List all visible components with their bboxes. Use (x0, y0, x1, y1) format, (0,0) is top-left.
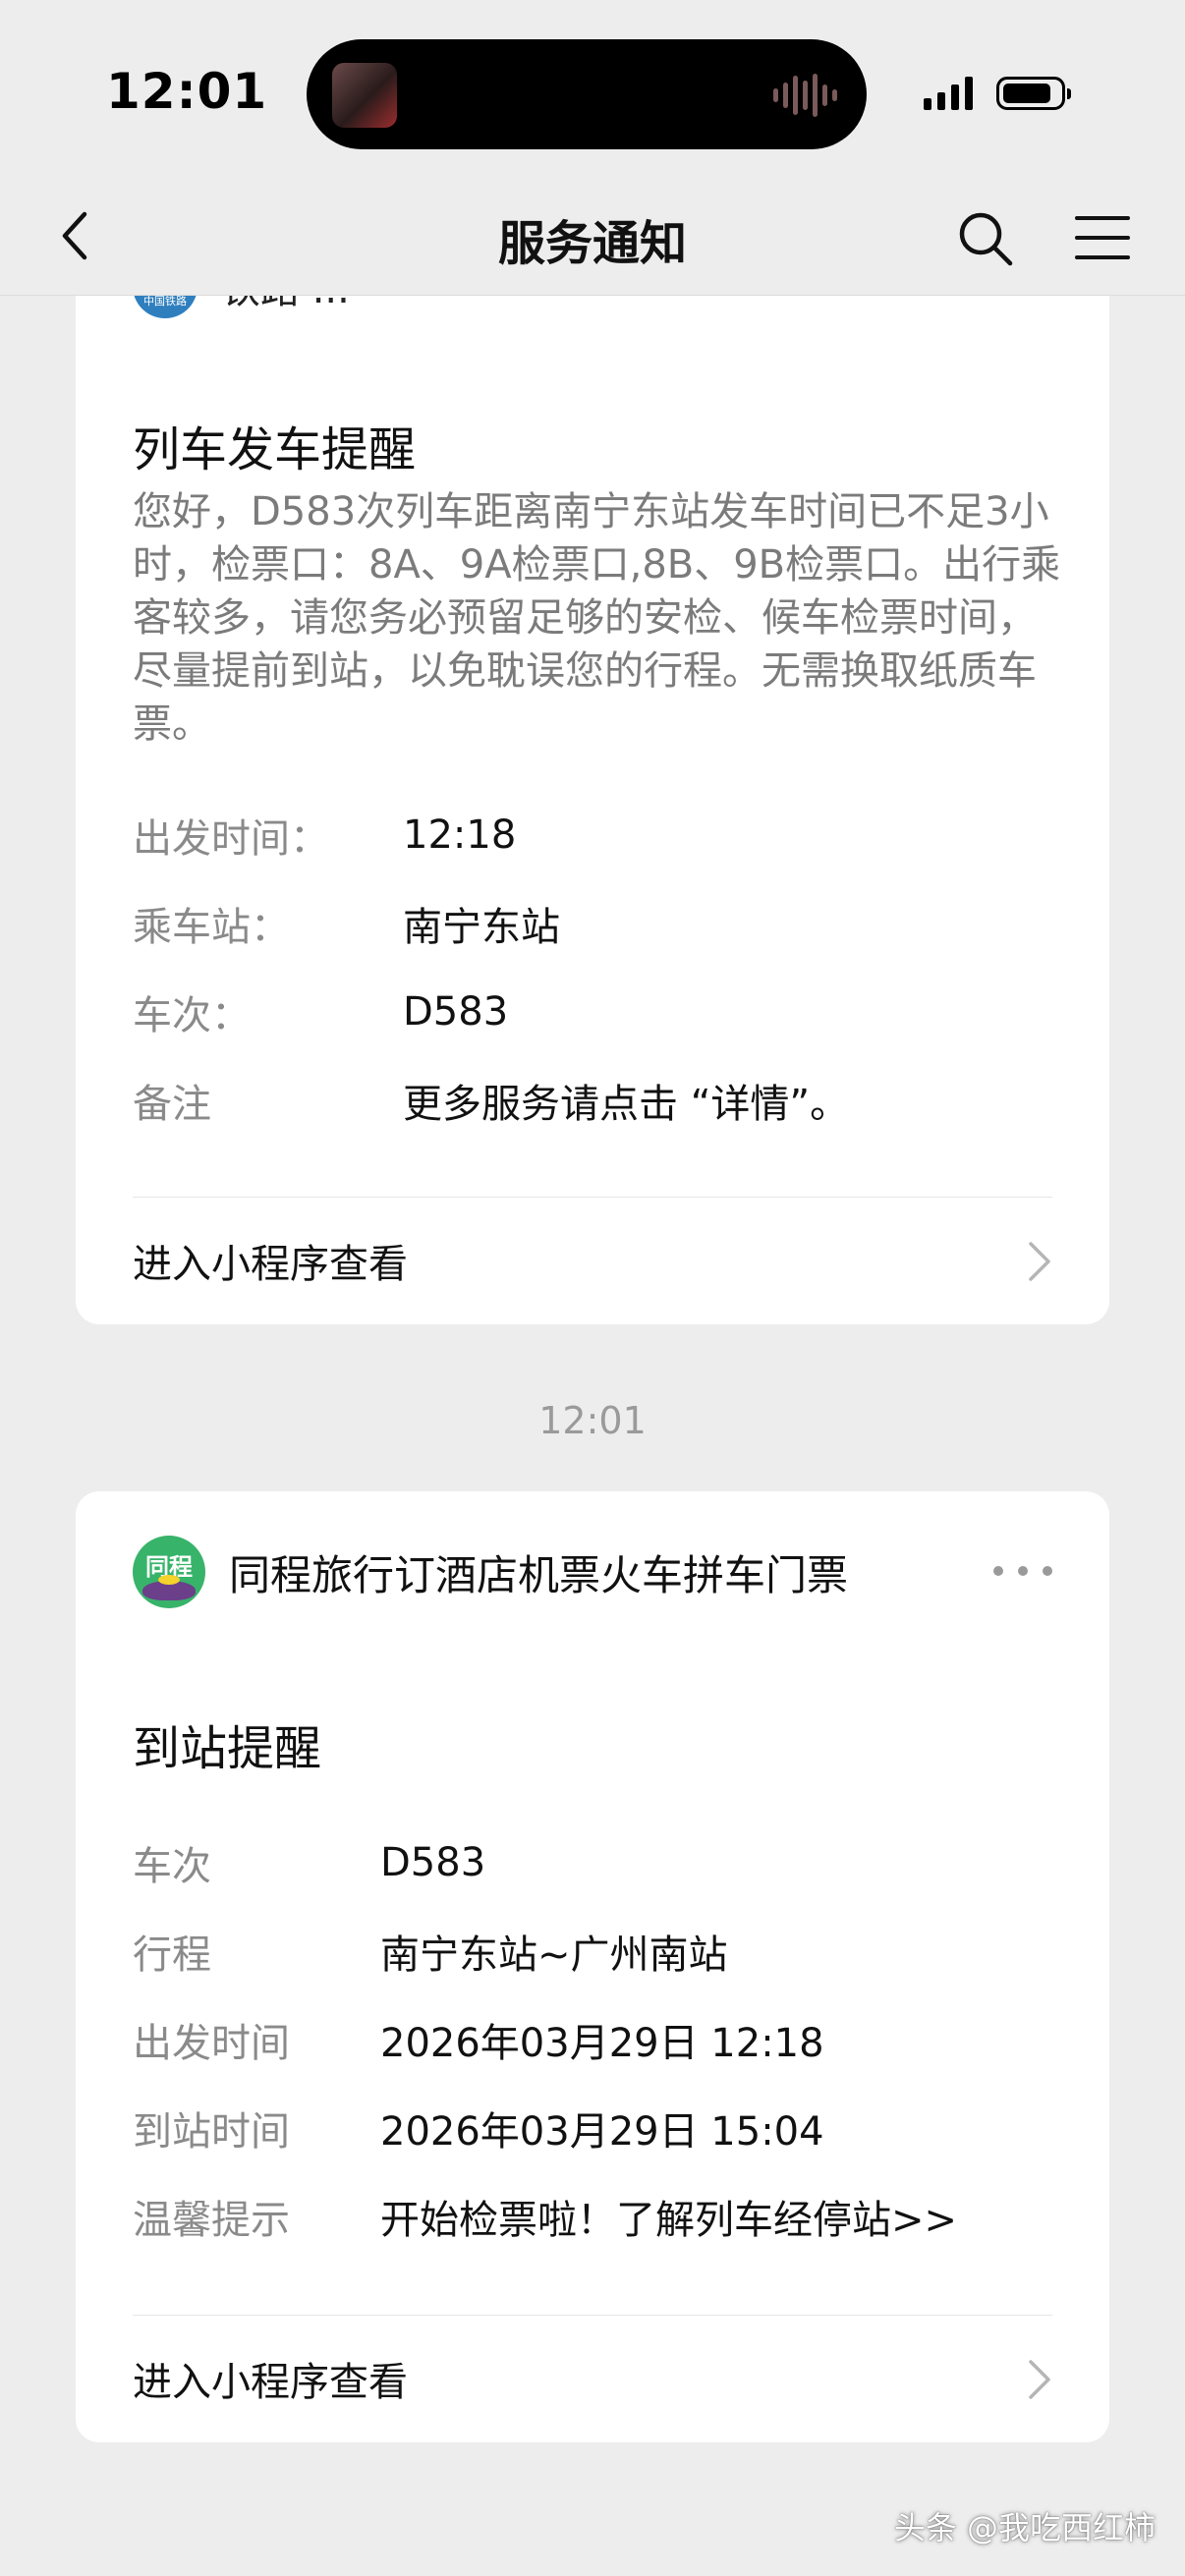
audio-waveform-icon (773, 73, 837, 118)
divider (133, 1197, 1052, 1198)
field-value: 南宁东站 (403, 905, 560, 950)
notification-card-arrival: 同程 同程旅行订酒店机票火车拼车门票 到站提醒 车次 D583 行程 南宁东站~… (76, 1491, 1109, 2442)
field-value: 12:18 (403, 812, 517, 858)
tongcheng-logo-icon[interactable]: 同程 (133, 1536, 205, 1608)
field-label: 温馨提示 (133, 2198, 290, 2243)
field-row-station: 乘车站： 南宁东站 (133, 894, 560, 953)
divider (133, 2315, 1052, 2316)
card-title: 列车发车提醒 (133, 422, 417, 477)
field-value: D583 (380, 1840, 486, 1885)
more-options-icon[interactable] (993, 1556, 1052, 1586)
field-label: 到站时间 (133, 2109, 290, 2155)
mini-program-link-label: 进入小程序查看 (133, 1242, 408, 1287)
field-label: 出发时间 (133, 2021, 290, 2066)
menu-icon[interactable] (1073, 208, 1132, 267)
battery-icon (996, 77, 1071, 110)
chevron-right-icon (1029, 2360, 1050, 2399)
search-icon[interactable] (953, 206, 1016, 269)
card-message: 您好，D583次列车距离南宁东站发车时间已不足3小时，检票口：8A、9A检票口,… (133, 489, 1061, 747)
field-row-arrival-time: 到站时间 2026年03月29日 15:04 (133, 2099, 824, 2157)
field-row-departure-time: 出发时间 2026年03月29日 12:18 (133, 2010, 824, 2069)
open-mini-program-link[interactable]: 进入小程序查看 (76, 1201, 1109, 1318)
open-mini-program-link[interactable]: 进入小程序查看 (76, 2319, 1109, 2436)
now-playing-artwork[interactable] (332, 63, 397, 128)
chevron-right-icon (1029, 1242, 1050, 1281)
cellular-signal-icon (924, 77, 973, 110)
field-row-train-number: 车次 D583 (133, 1833, 485, 1892)
notification-card-departure: 中国铁路 铁路 ... 列车发车提醒 您好，D583次列车距离南宁东站发车时间已… (76, 226, 1109, 1324)
field-label: 出发时间： (133, 816, 329, 862)
field-row-departure-time: 出发时间： 12:18 (133, 806, 516, 865)
field-value: 南宁东站~广州南站 (380, 1932, 728, 1978)
message-timestamp: 12:01 (538, 1399, 647, 1442)
status-bar: 12:01 (0, 0, 1185, 177)
field-label: 乘车站： (133, 905, 290, 950)
status-time: 12:01 (106, 63, 268, 120)
dynamic-island[interactable] (307, 39, 867, 149)
card-header: 同程 同程旅行订酒店机票火车拼车门票 (133, 1535, 1052, 1609)
field-label: 行程 (133, 1932, 211, 1978)
card-title: 到站提醒 (133, 1721, 322, 1776)
field-label: 车次 (133, 1844, 211, 1889)
screen: 12:01 中国铁路 铁路 ... (0, 0, 1185, 2576)
field-row-itinerary: 行程 南宁东站~广州南站 (133, 1922, 728, 1981)
field-row-remark: 备注 更多服务请点击 “详情”。 (133, 1071, 849, 1130)
field-value: 2026年03月29日 15:04 (380, 2109, 824, 2155)
field-value[interactable]: 开始检票啦！了解列车经停站>> (380, 2188, 957, 2245)
navigation-bar: 服务通知 (0, 177, 1185, 296)
mini-program-link-label: 进入小程序查看 (133, 2360, 408, 2405)
field-label: 备注 (133, 1082, 211, 1127)
logo-wing (142, 1575, 196, 1600)
watermark: 头条 @我吃西红柿 (893, 2509, 1156, 2547)
account-name[interactable]: 同程旅行订酒店机票火车拼车门票 (229, 1542, 848, 1602)
field-label: 车次： (133, 993, 251, 1038)
field-row-tip: 温馨提示 开始检票啦！了解列车经停站>> (133, 2187, 957, 2246)
field-value: D583 (403, 989, 509, 1035)
field-row-train-number: 车次： D583 (133, 982, 508, 1041)
field-value: 2026年03月29日 12:18 (380, 2021, 824, 2066)
field-value: 更多服务请点击 “详情”。 (403, 1082, 850, 1127)
